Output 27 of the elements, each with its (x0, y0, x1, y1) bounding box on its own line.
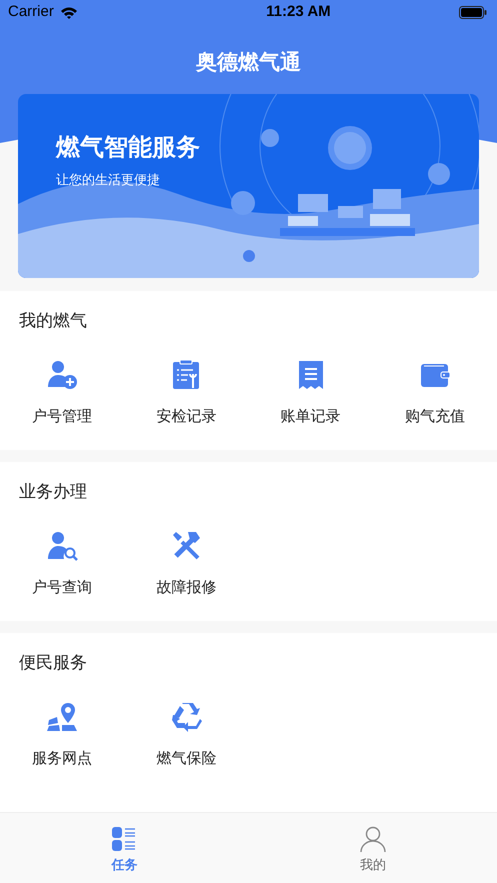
header-title: 奥德燃气通 (194, 50, 302, 76)
recycle-icon (170, 701, 202, 733)
service-item[interactable]: 账单记录 (248, 359, 372, 428)
section-title: 我的燃气 (18, 310, 88, 332)
section-title: 便民服务 (18, 652, 88, 674)
battery-icon (458, 6, 487, 19)
service-item[interactable]: 故障报修 (124, 530, 248, 599)
service-item[interactable]: 户号查询 (0, 530, 124, 599)
service-item[interactable]: 燃气保险 (124, 701, 248, 770)
wifi-icon (60, 6, 78, 20)
person-search-icon (46, 530, 78, 562)
list-icon (111, 826, 138, 852)
service-item[interactable]: 户号管理 (0, 359, 124, 428)
person-plus-icon (46, 359, 78, 391)
status-time: 11:23 AM (266, 2, 331, 22)
tab[interactable]: 我的 (248, 813, 497, 883)
service-item[interactable]: 安检记录 (124, 359, 248, 428)
person-icon (360, 826, 386, 852)
tab[interactable]: 任务 (0, 813, 248, 883)
banner-title: 燃气智能服务 (56, 133, 200, 163)
map-pin-icon (46, 701, 78, 733)
banner-subtitle: 让您的生活更便捷 (56, 171, 160, 189)
service-item[interactable]: 服务网点 (0, 701, 124, 770)
section-title: 业务办理 (18, 481, 88, 503)
wrench-hammer-icon (170, 530, 202, 562)
carrier-name: Carrier (8, 2, 54, 22)
service-item[interactable]: 购气充值 (372, 359, 497, 428)
